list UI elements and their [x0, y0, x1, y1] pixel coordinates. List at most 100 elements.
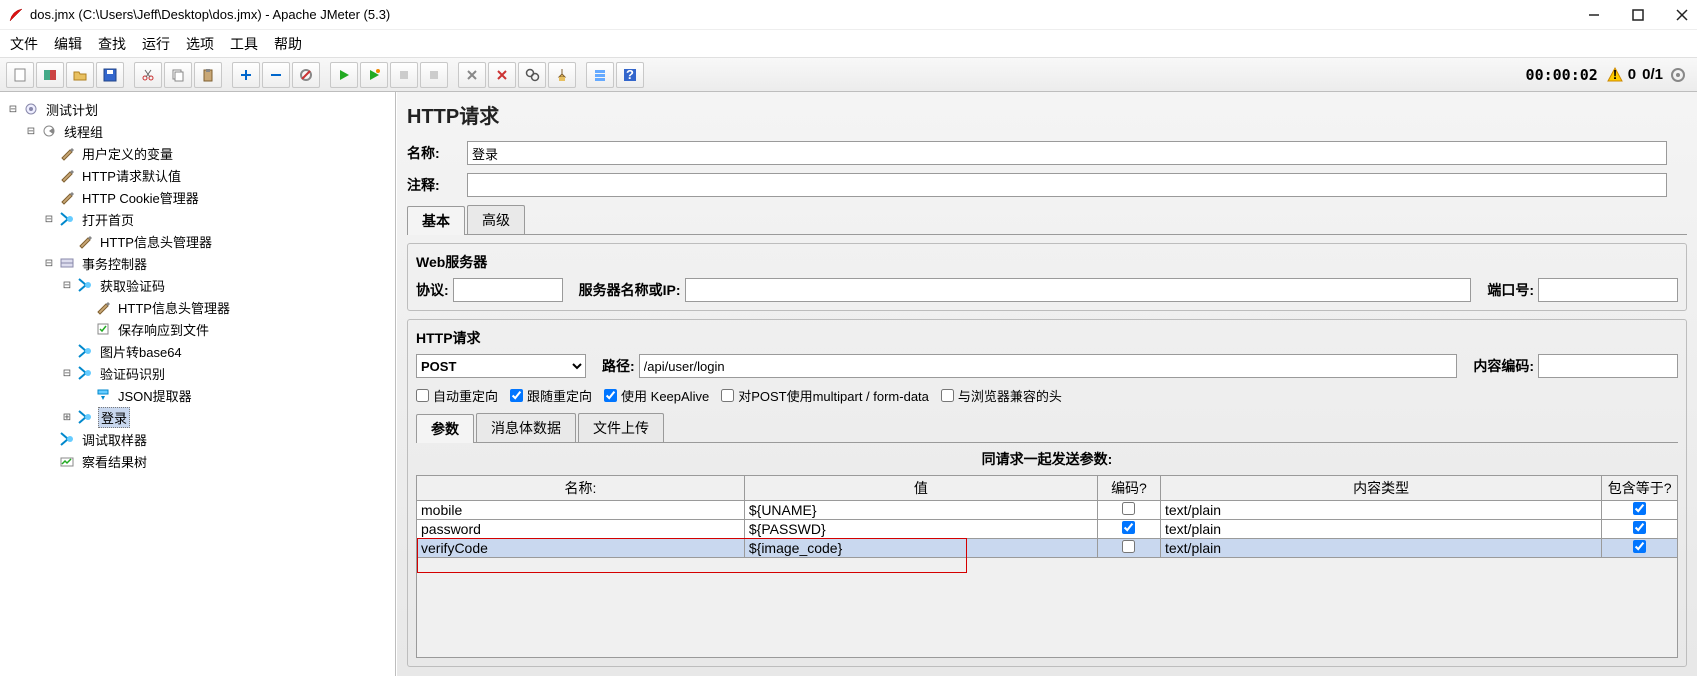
toggle-icon[interactable]: ⊟	[42, 214, 56, 225]
col-value: 值	[744, 476, 1097, 501]
menu-run[interactable]: 运行	[142, 34, 170, 54]
table-row[interactable]: mobile${UNAME}text/plain	[417, 501, 1678, 520]
server-input[interactable]	[685, 278, 1472, 302]
tree-open-home-header[interactable]: HTTP信息头管理器	[60, 230, 395, 252]
clear-all-button[interactable]	[488, 62, 516, 88]
col-ctype: 内容类型	[1160, 476, 1601, 501]
menu-search[interactable]: 查找	[98, 34, 126, 54]
protocol-input[interactable]	[453, 278, 563, 302]
tree-http-defaults[interactable]: HTTP请求默认值	[42, 164, 395, 186]
thread-counts: 0/1	[1642, 66, 1663, 83]
menubar: 文件 编辑 查找 运行 选项 工具 帮助	[0, 30, 1697, 58]
cut-button[interactable]	[134, 62, 162, 88]
config-icon	[94, 298, 112, 316]
col-encode: 编码?	[1097, 476, 1160, 501]
toolbar: ? 00:00:02 ! 0 0/1	[0, 58, 1697, 92]
help-button[interactable]: ?	[616, 62, 644, 88]
toggle-icon[interactable]: ⊟	[6, 104, 20, 115]
tree-json-extractor[interactable]: JSON提取器	[78, 384, 395, 406]
paste-button[interactable]	[194, 62, 222, 88]
templates-button[interactable]	[36, 62, 64, 88]
tree-pane[interactable]: ⊟ 测试计划 ⊟ 线程组 用户定义的变量	[0, 92, 396, 676]
check-keepalive[interactable]: 使用 KeepAlive	[604, 386, 709, 405]
close-button[interactable]	[1675, 8, 1689, 22]
clear-button[interactable]	[458, 62, 486, 88]
toggle-icon[interactable]: ⊟	[42, 258, 56, 269]
tree-get-captcha-header[interactable]: HTTP信息头管理器	[78, 296, 395, 318]
testplan-icon	[22, 100, 40, 118]
tree-thread-group[interactable]: ⊟ 线程组	[24, 120, 395, 142]
tab-basic[interactable]: 基本	[407, 206, 465, 235]
tree-captcha-ocr[interactable]: ⊟验证码识别	[60, 362, 395, 384]
minimize-button[interactable]	[1587, 8, 1601, 22]
name-input[interactable]	[467, 141, 1667, 165]
check-browser-headers[interactable]: 与浏览器兼容的头	[941, 386, 1062, 405]
maximize-button[interactable]	[1631, 8, 1645, 22]
method-select[interactable]: POST	[416, 354, 586, 378]
toggle-icon[interactable]: ⊟	[60, 280, 74, 291]
tree-img-base64[interactable]: 图片转base64	[60, 340, 395, 362]
check-multipart[interactable]: 对POST使用multipart / form-data	[721, 386, 929, 405]
shutdown-button[interactable]	[420, 62, 448, 88]
tree-get-captcha[interactable]: ⊟获取验证码	[60, 274, 395, 296]
tree-test-plan[interactable]: ⊟ 测试计划	[6, 98, 395, 120]
sampler-icon	[76, 408, 94, 426]
check-auto-redirect[interactable]: 自动重定向	[416, 386, 498, 405]
table-row[interactable]: password${PASSWD}text/plain	[417, 520, 1678, 539]
toggle-button[interactable]	[292, 62, 320, 88]
tree-debug-sampler[interactable]: 调试取样器	[42, 428, 395, 450]
copy-button[interactable]	[164, 62, 192, 88]
subtab-body[interactable]: 消息体数据	[476, 413, 576, 442]
search-button[interactable]	[518, 62, 546, 88]
collapse-button[interactable]	[262, 62, 290, 88]
comment-input[interactable]	[467, 173, 1667, 197]
toggle-icon[interactable]: ⊟	[60, 368, 74, 379]
start-no-pauses-button[interactable]	[360, 62, 388, 88]
subtab-params[interactable]: 参数	[416, 414, 474, 443]
tree-txn-ctrl[interactable]: ⊟事务控制器	[42, 252, 395, 274]
name-label: 名称:	[407, 143, 467, 163]
subtabbar: 参数 消息体数据 文件上传	[416, 413, 1678, 443]
web-server-title: Web服务器	[416, 252, 1678, 272]
path-input[interactable]	[639, 354, 1458, 378]
tree-save-resp-file[interactable]: 保存响应到文件	[78, 318, 395, 340]
subtab-files[interactable]: 文件上传	[578, 413, 664, 442]
reset-search-button[interactable]	[548, 62, 576, 88]
open-button[interactable]	[66, 62, 94, 88]
table-row[interactable]: verifyCode${image_code}text/plain	[417, 539, 1678, 558]
sampler-icon	[76, 364, 94, 382]
save-button[interactable]	[96, 62, 124, 88]
new-button[interactable]	[6, 62, 34, 88]
menu-options[interactable]: 选项	[186, 34, 214, 54]
check-follow-redirect[interactable]: 跟随重定向	[510, 386, 592, 405]
warning-count: 0	[1628, 66, 1636, 83]
menu-tools[interactable]: 工具	[230, 34, 258, 54]
http-request-title: HTTP请求	[416, 328, 1678, 348]
menu-edit[interactable]: 编辑	[54, 34, 82, 54]
expand-button[interactable]	[232, 62, 260, 88]
menu-file[interactable]: 文件	[10, 34, 38, 54]
tree-open-home[interactable]: ⊟打开首页	[42, 208, 395, 230]
warning-icon[interactable]: !	[1606, 66, 1624, 84]
tree-view-results[interactable]: 察看结果树	[42, 450, 395, 472]
start-button[interactable]	[330, 62, 358, 88]
tree-user-vars[interactable]: 用户定义的变量	[42, 142, 395, 164]
function-helper-button[interactable]	[586, 62, 614, 88]
menu-help[interactable]: 帮助	[274, 34, 302, 54]
encoding-input[interactable]	[1538, 354, 1678, 378]
tab-advanced[interactable]: 高级	[467, 205, 525, 234]
col-eq: 包含等于?	[1602, 476, 1678, 501]
port-label: 端口号:	[1487, 280, 1534, 300]
main-pane: HTTP请求 名称: 注释: 基本 高级 Web服务器 协议: 服务器名称或IP	[396, 92, 1697, 676]
svg-text:!: !	[1613, 67, 1617, 82]
threads-icon[interactable]	[1669, 66, 1687, 84]
protocol-label: 协议:	[416, 280, 449, 300]
toggle-icon[interactable]: ⊟	[24, 126, 38, 137]
stop-button[interactable]	[390, 62, 418, 88]
port-input[interactable]	[1538, 278, 1678, 302]
config-icon	[58, 166, 76, 184]
tree-cookie-mgr[interactable]: HTTP Cookie管理器	[42, 186, 395, 208]
params-table[interactable]: 名称: 值 编码? 内容类型 包含等于? mobile${UNAME}text/…	[416, 475, 1678, 558]
toggle-icon[interactable]: ⊞	[60, 412, 74, 423]
tree-login[interactable]: ⊞登录	[60, 406, 395, 428]
